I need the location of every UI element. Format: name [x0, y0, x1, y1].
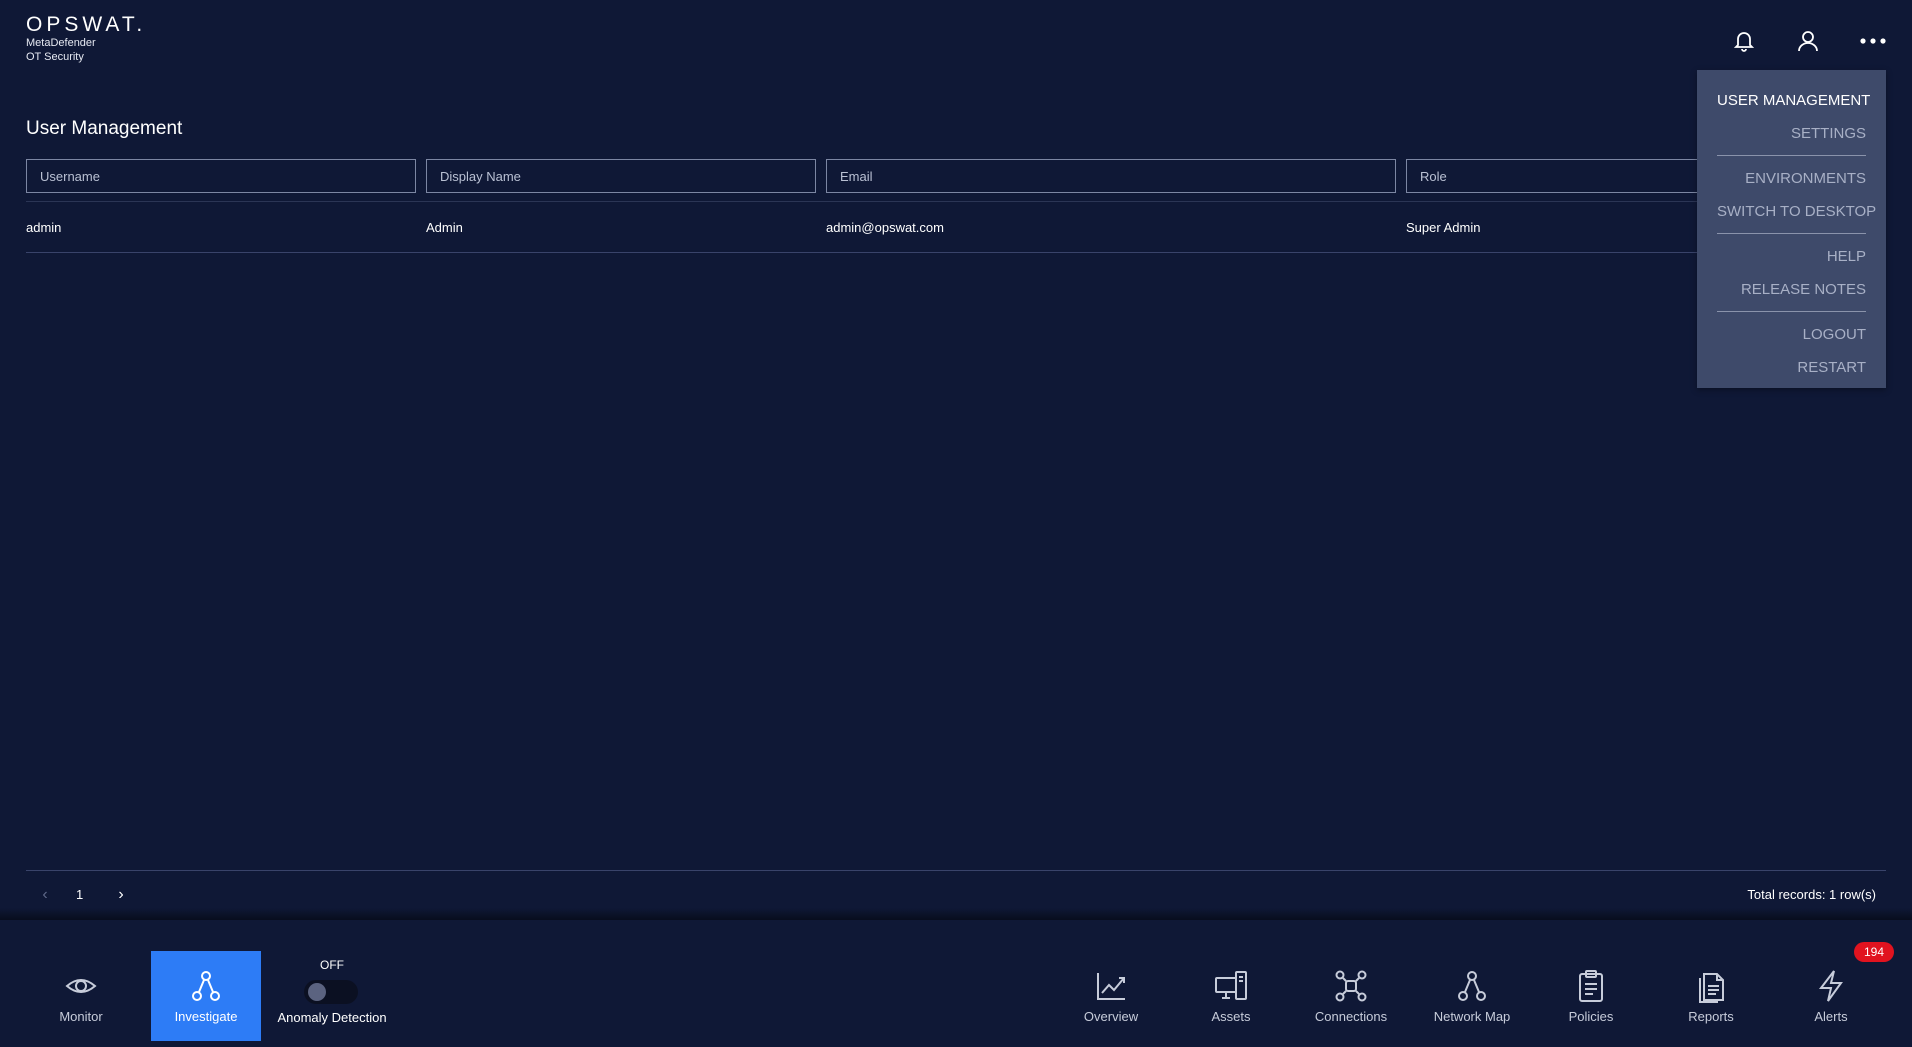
logo-product-line2: OT Security: [26, 51, 84, 63]
menu-item-environments[interactable]: ENVIRONMENTS: [1717, 162, 1866, 195]
nav-investigate-label: Investigate: [174, 1009, 238, 1024]
nav-network-map-label: Network Map: [1433, 1009, 1511, 1024]
nav-monitor[interactable]: Monitor: [26, 951, 136, 1041]
nav-assets-label: Assets: [1211, 1009, 1251, 1024]
page-title: User Management: [26, 118, 183, 139]
nav-assets[interactable]: Assets: [1176, 951, 1286, 1041]
logo-wordmark: OPSWAT.: [26, 13, 147, 36]
alerts-count-badge: 194: [1854, 942, 1895, 962]
anomaly-detection-label: Anomaly Detection: [277, 1010, 387, 1025]
anomaly-state: OFF: [320, 958, 344, 972]
menu-divider: [1717, 311, 1866, 312]
menu-item-settings[interactable]: SETTINGS: [1717, 117, 1866, 150]
user-icon[interactable]: [1793, 26, 1823, 56]
hierarchy-icon: [189, 969, 223, 1003]
menu-item-logout[interactable]: LOGOUT: [1717, 318, 1866, 351]
cell-display-name: Admin: [426, 220, 463, 235]
nav-overview-label: Overview: [1083, 1009, 1139, 1024]
nav-reports[interactable]: Reports: [1656, 951, 1766, 1041]
network-nodes-icon: [1334, 969, 1368, 1003]
hierarchy-icon: [1455, 969, 1489, 1003]
anomaly-detection-toggle[interactable]: [304, 980, 358, 1004]
nav-reports-label: Reports: [1688, 1009, 1734, 1024]
total-records-label: Total records: 1 row(s): [1747, 887, 1876, 902]
menu-item-release-notes[interactable]: RELEASE NOTES: [1717, 273, 1866, 306]
opswat-logo: OPSWAT. MetaDefender OT Security: [26, 14, 146, 64]
logo-product-line1: MetaDefender: [26, 37, 96, 49]
toggle-knob: [308, 983, 326, 1001]
email-filter-input[interactable]: [826, 159, 1396, 193]
menu-item-switch-to-desktop[interactable]: SWITCH TO DESKTOP: [1717, 195, 1876, 228]
page-number-button[interactable]: 1: [76, 886, 83, 904]
username-filter-input[interactable]: [26, 159, 416, 193]
menu-item-user-management[interactable]: USER MANAGEMENT: [1717, 84, 1870, 117]
menu-divider: [1717, 233, 1866, 234]
eye-icon: [64, 969, 98, 1003]
more-dots-icon[interactable]: [1858, 26, 1888, 56]
next-page-button[interactable]: ›: [112, 886, 130, 904]
line-chart-icon: [1094, 969, 1128, 1003]
nav-overview[interactable]: Overview: [1056, 951, 1166, 1041]
cell-role: Super Admin: [1406, 220, 1481, 235]
nav-connections[interactable]: Connections: [1296, 951, 1406, 1041]
bell-icon[interactable]: [1729, 26, 1759, 56]
lightning-icon: [1814, 969, 1848, 1003]
cell-email: admin@opswat.com: [826, 220, 944, 235]
pager-divider: [26, 870, 1886, 871]
devices-icon: [1214, 969, 1248, 1003]
nav-network-map[interactable]: Network Map: [1417, 951, 1527, 1041]
cell-username: admin: [26, 220, 62, 235]
row-divider: [26, 252, 1886, 253]
menu-item-help[interactable]: HELP: [1717, 240, 1866, 273]
prev-page-button[interactable]: ‹: [36, 886, 54, 904]
settings-menu: USER MANAGEMENT SETTINGS ENVIRONMENTS SW…: [1697, 70, 1886, 388]
display-name-filter-input[interactable]: [426, 159, 816, 193]
documents-icon: [1694, 969, 1728, 1003]
anomaly-detection: OFF Anomaly Detection: [272, 958, 392, 1025]
clipboard-icon: [1574, 969, 1608, 1003]
nav-connections-label: Connections: [1314, 1009, 1388, 1024]
nav-alerts-label: Alerts: [1814, 1009, 1848, 1024]
table-divider: [26, 201, 1886, 202]
nav-policies-label: Policies: [1568, 1009, 1614, 1024]
nav-monitor-label: Monitor: [59, 1009, 103, 1024]
menu-divider: [1717, 155, 1866, 156]
nav-investigate[interactable]: Investigate: [151, 951, 261, 1041]
table-row[interactable]: admin Admin admin@opswat.com Super Admin: [26, 212, 1886, 254]
nav-policies[interactable]: Policies: [1536, 951, 1646, 1041]
nav-alerts[interactable]: Alerts: [1776, 951, 1886, 1041]
menu-item-restart[interactable]: RESTART: [1717, 351, 1866, 384]
